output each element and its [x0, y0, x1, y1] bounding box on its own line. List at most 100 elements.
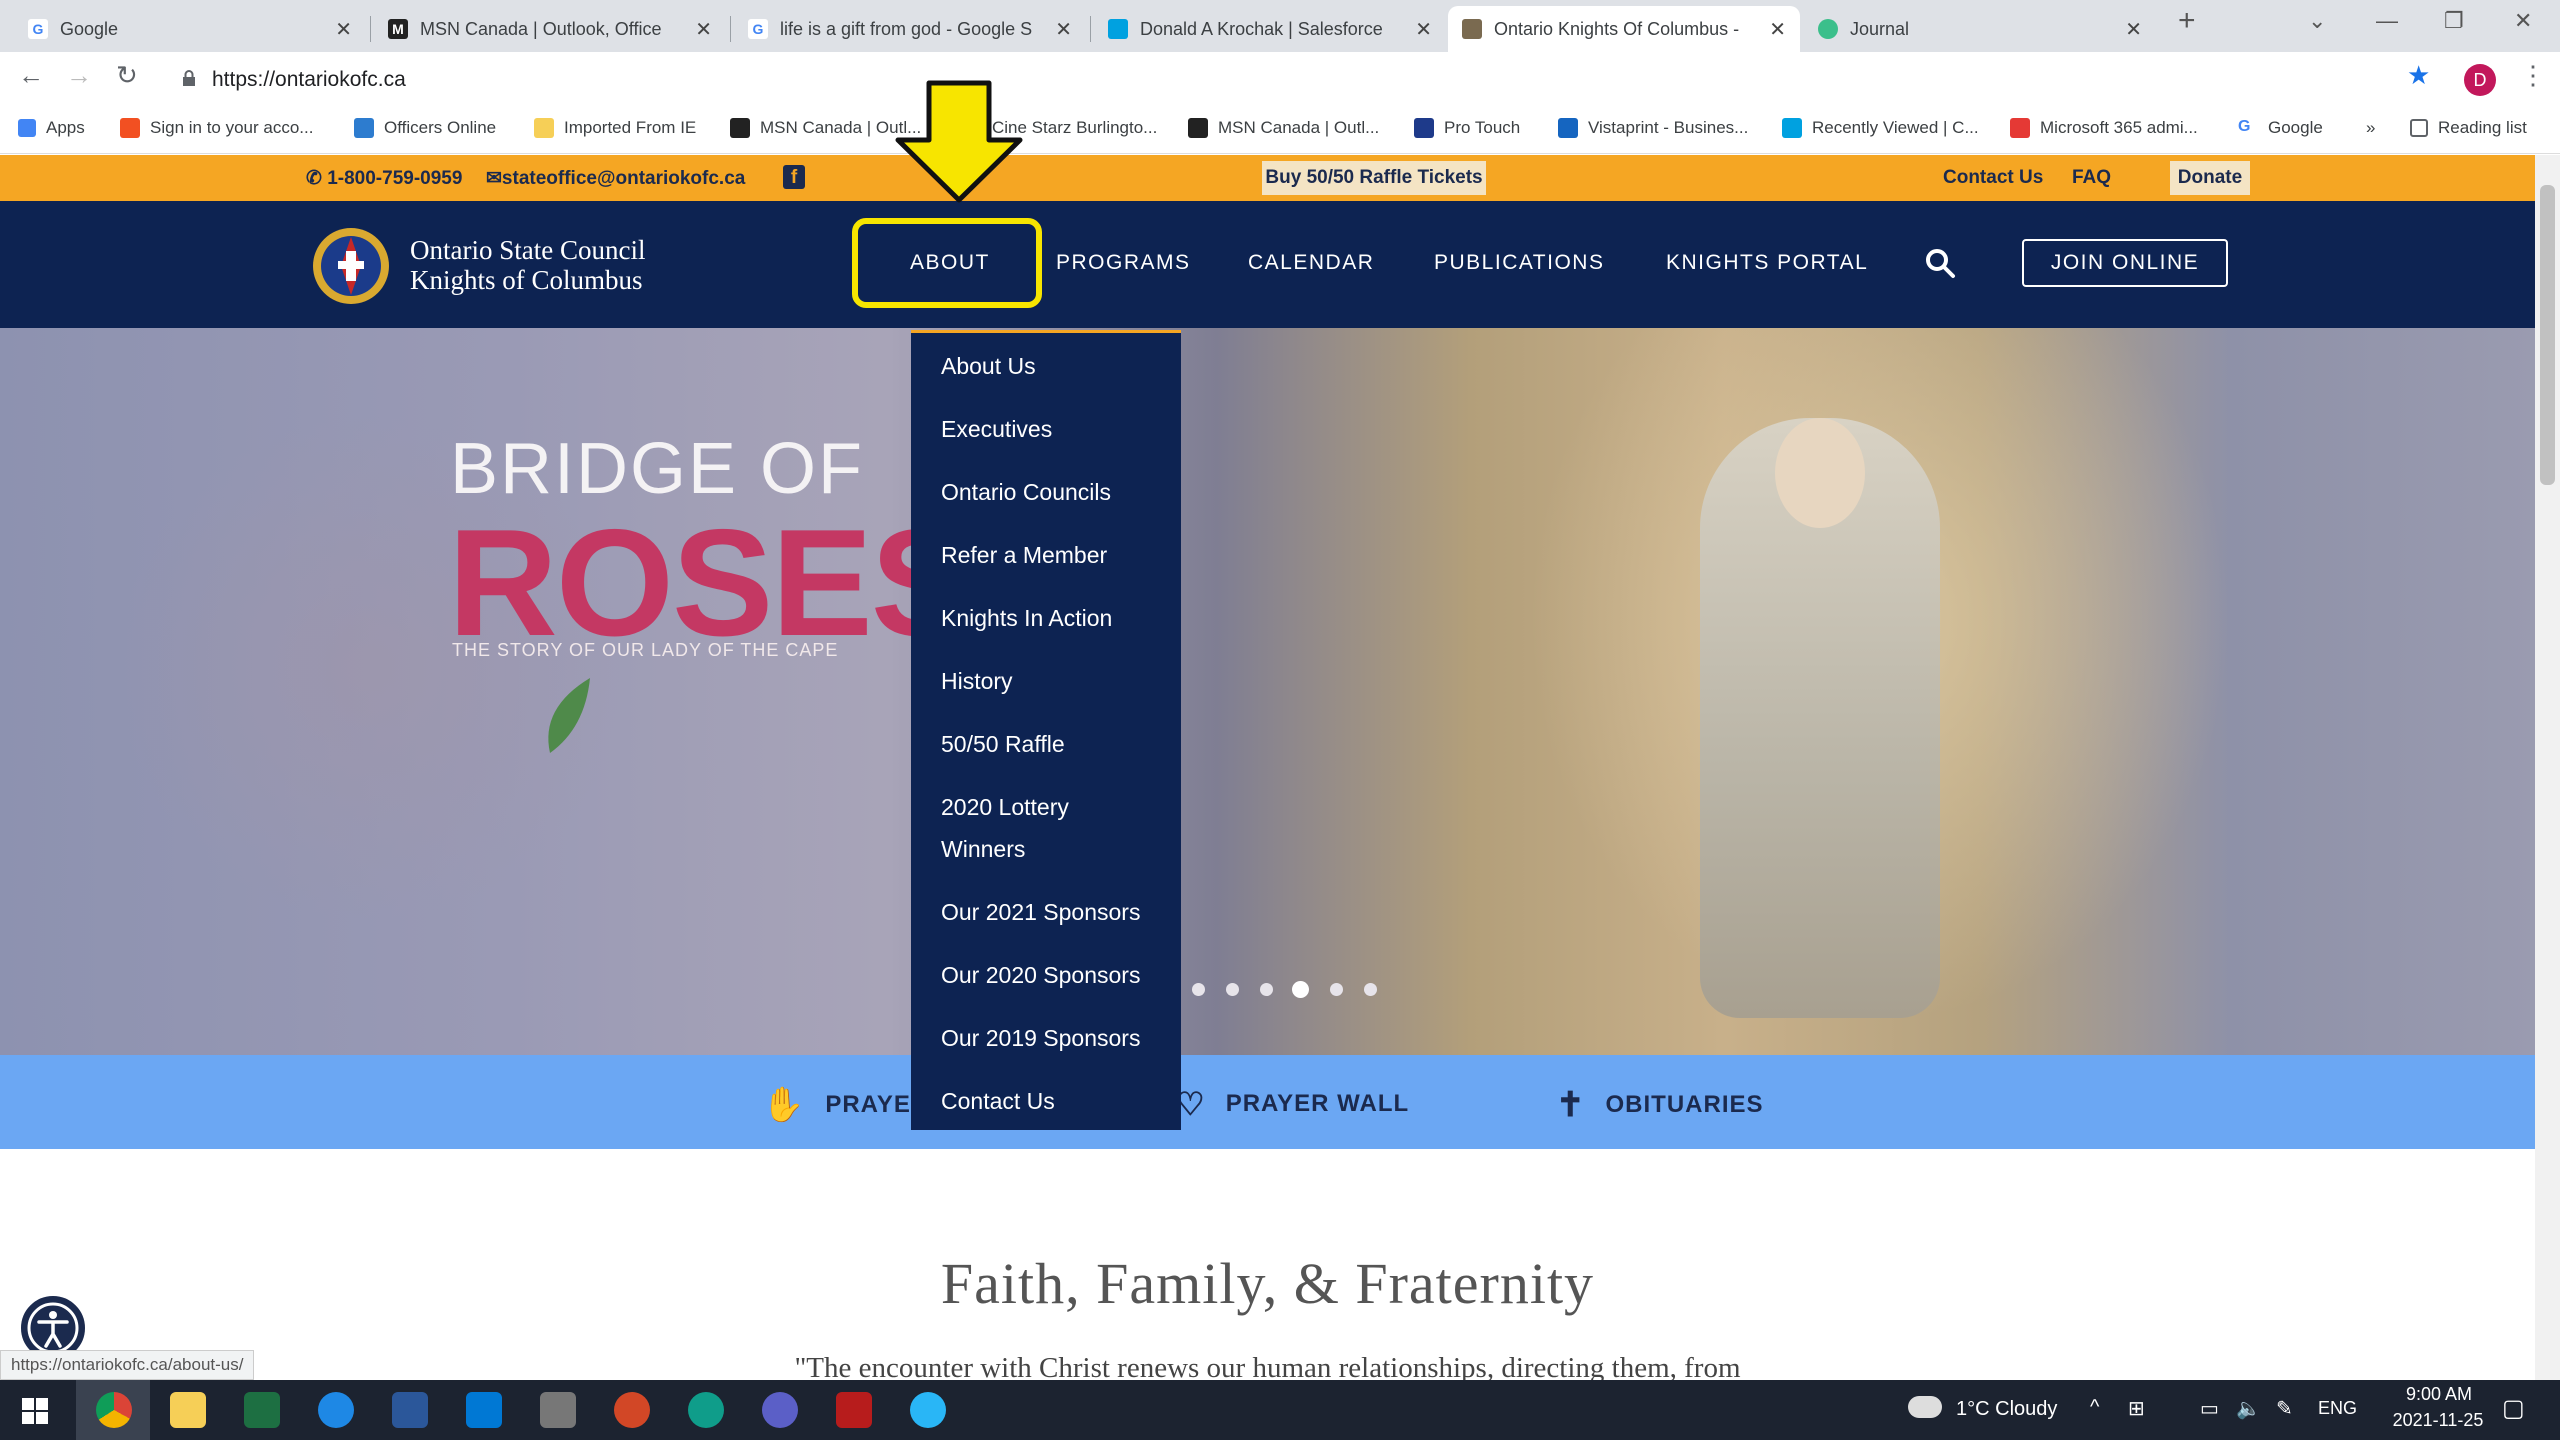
- slider-dot-active[interactable]: [1292, 981, 1309, 998]
- language-indicator[interactable]: ENG: [2318, 1398, 2357, 1419]
- bookmark-item[interactable]: G Google: [2238, 118, 2323, 138]
- join-online-button[interactable]: JOIN ONLINE: [2022, 239, 2228, 287]
- browser-tab[interactable]: G life is a gift from god - Google S ✕: [734, 6, 1086, 52]
- bookmarks-overflow[interactable]: »: [2366, 118, 2375, 138]
- pen-icon[interactable]: ✎: [2276, 1396, 2293, 1421]
- bookmark-item[interactable]: MSN Canada | Outl...: [1188, 118, 1379, 138]
- browser-tab[interactable]: G Google ✕: [14, 6, 366, 52]
- dropdown-item-refer-member[interactable]: Refer a Member: [941, 534, 1107, 576]
- bookmark-item[interactable]: Imported From IE: [534, 118, 696, 138]
- close-window-icon[interactable]: ✕: [2514, 8, 2532, 34]
- word-icon[interactable]: [392, 1392, 428, 1428]
- profile-avatar[interactable]: D: [2464, 64, 2496, 96]
- restore-icon[interactable]: ❐: [2444, 8, 2464, 34]
- bookmark-item[interactable]: Sign in to your acco...: [120, 118, 313, 138]
- bookmark-item[interactable]: Recently Viewed | C...: [1782, 118, 1979, 138]
- dropdown-item-raffle[interactable]: 50/50 Raffle: [941, 723, 1065, 765]
- dropdown-item-contact-us[interactable]: Contact Us: [941, 1080, 1055, 1122]
- site-title[interactable]: Ontario State Council Knights of Columbu…: [410, 235, 645, 295]
- chrome-icon[interactable]: [96, 1392, 132, 1428]
- bookmark-apps[interactable]: Apps: [18, 118, 85, 138]
- close-icon[interactable]: ✕: [695, 17, 712, 42]
- close-icon[interactable]: ✕: [335, 17, 352, 42]
- email-link[interactable]: ✉stateoffice@ontariokofc.ca: [486, 167, 745, 190]
- phone-link[interactable]: ✆ 1-800-759-0959: [306, 167, 462, 190]
- outlook-icon[interactable]: [466, 1392, 502, 1428]
- edge-icon[interactable]: [688, 1392, 724, 1428]
- page-scrollbar[interactable]: [2535, 155, 2560, 1380]
- powerpoint-icon[interactable]: [614, 1392, 650, 1428]
- bookmark-star-icon[interactable]: ★: [2407, 60, 2430, 91]
- reload-icon[interactable]: ↻: [116, 60, 138, 91]
- close-icon[interactable]: ✕: [1415, 17, 1432, 42]
- back-icon[interactable]: ←: [18, 60, 44, 91]
- slider-dot[interactable]: [1226, 983, 1239, 996]
- file-explorer-icon[interactable]: [170, 1392, 206, 1428]
- search-icon[interactable]: [1924, 247, 1956, 279]
- obituaries-link[interactable]: ✝ OBITUARIES: [1556, 1085, 1764, 1125]
- browser-tab[interactable]: Donald A Krochak | Salesforce ✕: [1094, 6, 1446, 52]
- nav-knights-portal[interactable]: KNIGHTS PORTAL: [1666, 251, 1868, 275]
- close-icon[interactable]: ✕: [1769, 17, 1786, 42]
- bookmark-item[interactable]: Officers Online: [354, 118, 496, 138]
- app-icon[interactable]: [836, 1392, 872, 1428]
- scrollbar-thumb[interactable]: [2540, 185, 2555, 485]
- clock-time[interactable]: 9:00 AM: [2384, 1384, 2494, 1405]
- raffle-tickets-button[interactable]: Buy 50/50 Raffle Tickets: [1262, 161, 1486, 195]
- browser-tab-active[interactable]: Ontario Knights Of Columbus - ✕: [1448, 6, 1800, 52]
- nav-calendar[interactable]: CALENDAR: [1248, 251, 1374, 275]
- browser-tab[interactable]: M MSN Canada | Outlook, Office ✕: [374, 6, 726, 52]
- prayer-link[interactable]: ✋ PRAYER: [762, 1085, 929, 1125]
- kofc-emblem-logo[interactable]: [308, 223, 394, 309]
- tab-search-icon[interactable]: ⌄: [2308, 8, 2326, 34]
- internet-explorer-icon[interactable]: [318, 1392, 354, 1428]
- donate-button[interactable]: Donate: [2170, 161, 2250, 195]
- weather-text[interactable]: 1°C Cloudy: [1956, 1398, 2057, 1421]
- faq-link[interactable]: FAQ: [2072, 167, 2111, 189]
- forward-icon[interactable]: →: [66, 60, 92, 91]
- dropdown-item-ontario-councils[interactable]: Ontario Councils: [941, 471, 1111, 513]
- nav-programs[interactable]: PROGRAMS: [1056, 251, 1191, 275]
- slider-dot[interactable]: [1260, 983, 1273, 996]
- calculator-icon[interactable]: [540, 1392, 576, 1428]
- teams-icon[interactable]: [762, 1392, 798, 1428]
- menu-kebab-icon[interactable]: ⋮: [2520, 60, 2546, 91]
- bookmark-item[interactable]: Pro Touch: [1414, 118, 1520, 138]
- lock-icon: [183, 70, 195, 86]
- dropdown-item-history[interactable]: History: [941, 660, 1013, 702]
- dropdown-item-2020-sponsors[interactable]: Our 2020 Sponsors: [941, 954, 1140, 996]
- dropdown-item-lottery-winners[interactable]: 2020 Lottery: [941, 786, 1069, 828]
- tray-display-icon[interactable]: ▭: [2200, 1396, 2219, 1421]
- dropdown-item-2021-sponsors[interactable]: Our 2021 Sponsors: [941, 891, 1140, 933]
- dropdown-item-knights-in-action[interactable]: Knights In Action: [941, 597, 1112, 639]
- contact-link[interactable]: Contact Us: [1943, 167, 2043, 189]
- dropdown-item-2019-sponsors[interactable]: Our 2019 Sponsors: [941, 1017, 1140, 1059]
- slider-dot[interactable]: [1192, 983, 1205, 996]
- nav-publications[interactable]: PUBLICATIONS: [1434, 251, 1604, 275]
- slider-dot[interactable]: [1364, 983, 1377, 996]
- close-icon[interactable]: ✕: [1055, 17, 1072, 42]
- hero-slider[interactable]: BRIDGE OF ROSES THE STORY OF OUR LADY OF…: [0, 328, 2535, 1055]
- reading-list[interactable]: Reading list: [2410, 118, 2527, 138]
- minimize-icon[interactable]: —: [2376, 8, 2398, 34]
- excel-icon[interactable]: [244, 1392, 280, 1428]
- url-field[interactable]: https://ontariokofc.ca: [170, 60, 2370, 100]
- facebook-icon[interactable]: f: [783, 165, 805, 189]
- close-icon[interactable]: ✕: [2125, 17, 2142, 42]
- bookmark-item[interactable]: Vistaprint - Busines...: [1558, 118, 1748, 138]
- browser-tab[interactable]: Journal ✕: [1804, 6, 2156, 52]
- app-icon[interactable]: [910, 1392, 946, 1428]
- notifications-icon[interactable]: ▢: [2502, 1394, 2525, 1423]
- tray-chevron-icon[interactable]: ^: [2090, 1396, 2099, 1419]
- new-tab-icon[interactable]: +: [2178, 4, 2196, 38]
- tray-network-icon[interactable]: ⊞: [2128, 1396, 2145, 1421]
- dropdown-item-lottery-winners-line2[interactable]: Winners: [941, 828, 1025, 870]
- dropdown-item-about-us[interactable]: About Us: [941, 345, 1036, 387]
- clock-date[interactable]: 2021-11-25: [2376, 1410, 2500, 1431]
- windows-start-icon[interactable]: [22, 1398, 48, 1424]
- slider-dot[interactable]: [1330, 983, 1343, 996]
- dropdown-item-executives[interactable]: Executives: [941, 408, 1052, 450]
- volume-icon[interactable]: 🔈: [2236, 1396, 2261, 1421]
- bookmark-item[interactable]: Microsoft 365 admi...: [2010, 118, 2198, 138]
- prayer-wall-link[interactable]: ♡ PRAYER WALL: [1176, 1085, 1409, 1123]
